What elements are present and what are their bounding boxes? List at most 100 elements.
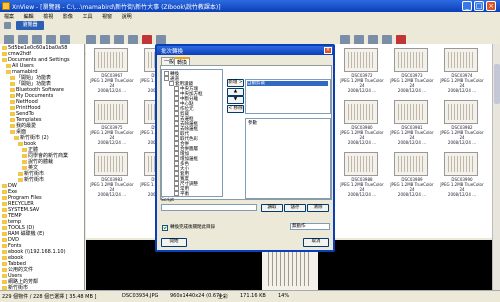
close-after-convert-checkbox[interactable] <box>162 225 168 231</box>
thumbnail[interactable]: DSC03983 JPEG 1.2MB TrueColor 24 2008/12/2… <box>88 152 136 197</box>
move-up-button[interactable]: ▲ <box>227 88 244 96</box>
thumbnail-caption: DSC03990 JPEG 1.2MB TrueColor 24 2008/12/2… <box>438 177 486 197</box>
menu-bar: 檔案 編輯 檢視 影像 工具 視窗 說明 <box>0 12 500 20</box>
menu-image[interactable]: 影像 <box>63 13 73 20</box>
expand-icon[interactable] <box>174 196 179 197</box>
folder-icon <box>10 111 15 116</box>
thumbnail-date: 2008/12/24 ... <box>447 192 477 197</box>
thumbnail-image <box>394 100 428 124</box>
function-item[interactable]: 強化 <box>174 196 189 197</box>
folder-icon <box>2 219 7 224</box>
thumbnail-meta: JPEG 1.2MB TrueColor 24 <box>340 130 384 140</box>
window-title: XnView - [瀏覽器 - C:\...\mamabird\新竹街\新竹大事… <box>12 4 221 11</box>
folder-icon <box>18 171 23 176</box>
script-label: Script <box>161 198 175 203</box>
thumbnail[interactable]: DSC03990 JPEG 1.2MB TrueColor 24 2008/12/2… <box>438 152 486 197</box>
thumbnail-caption: DSC03967 JPEG 1.2MB TrueColor 24 2008/12/2… <box>88 73 136 93</box>
move-down-button[interactable]: ▼ <box>227 96 244 104</box>
start-button[interactable]: 開始 <box>161 238 187 247</box>
folder-icon <box>2 213 7 218</box>
thumbnail[interactable]: DSC03973 JPEG 1.2MB TrueColor 24 2008/12/2… <box>388 48 436 93</box>
folder-icon <box>10 123 15 128</box>
thumbnail-caption: DSC03974 JPEG 1.2MB TrueColor 24 2008/12/2… <box>438 73 486 93</box>
thumbnail[interactable]: DSC03989 JPEG 1.2MB TrueColor 24 2008/12/2… <box>388 152 436 197</box>
minimize-button[interactable]: _ <box>462 1 472 11</box>
thumbnail-image <box>394 48 428 72</box>
save-script-button[interactable]: 儲存 <box>284 204 306 212</box>
thumbnail-date: 2008/12/24 ... <box>447 88 477 93</box>
folder-icon <box>2 237 7 242</box>
maximize-button[interactable]: □ <box>474 1 484 11</box>
thumbnail[interactable]: DSC03981 JPEG 1.2MB TrueColor 24 2008/12/2… <box>388 100 436 145</box>
thumbnail[interactable]: DSC03972 JPEG 1.2MB TrueColor 24 2008/12/2… <box>338 48 386 93</box>
after-action-select[interactable]: 無動作 <box>290 223 330 230</box>
folder-icon <box>2 45 7 50</box>
folder-tree[interactable]: 5d5be1e0c60a1ba0a58 cmw2hdf Documents and … <box>0 44 85 290</box>
thumbnail-meta: JPEG 1.2MB TrueColor 24 <box>390 78 434 88</box>
thumbnail-caption: DSC03972 JPEG 1.2MB TrueColor 24 2008/12/2… <box>338 73 386 93</box>
thumbnail-meta: JPEG 1.2MB TrueColor 24 <box>390 130 434 140</box>
folder-icon <box>10 87 15 92</box>
function-item[interactable]: 平衡 <box>174 191 189 197</box>
folder-icon <box>22 153 27 158</box>
folder-icon <box>2 261 7 266</box>
folder-icon <box>22 165 27 170</box>
folder-icon <box>2 201 7 206</box>
menu-window[interactable]: 視窗 <box>102 13 112 20</box>
selected-transform-item[interactable]: 自動剪裁 <box>247 81 328 86</box>
thumbnail-caption: DSC03973 JPEG 1.2MB TrueColor 24 2008/12/2… <box>388 73 436 93</box>
tab-browser[interactable]: 瀏覽器 <box>16 21 44 30</box>
menu-tools[interactable]: 工具 <box>82 13 92 20</box>
thumbnail[interactable]: DSC03988 JPEG 1.2MB TrueColor 24 2008/12/2… <box>338 152 386 197</box>
menu-edit[interactable]: 編輯 <box>24 13 34 20</box>
thumbnail-caption: DSC03989 JPEG 1.2MB TrueColor 24 2008/12/2… <box>388 177 436 197</box>
thumbnail-date: 2008/12/24 ... <box>347 140 377 145</box>
status-color: 全彩 <box>218 294 229 300</box>
status-file: DSC03934.JPG <box>122 293 159 299</box>
status-filesize: 171.16 KB <box>240 293 266 299</box>
thumbnail-date: 2008/12/24 ... <box>97 192 127 197</box>
function-tree[interactable]: 轉換 通道 套用濾鏡 中央方塊 中央加方框 中斷分離 中心點 作位元 剪裁 去邊框 去除邊框 去除邊框… <box>161 69 223 197</box>
folder-icon <box>22 147 27 152</box>
function-label: 平衡 <box>180 192 189 197</box>
thumbnail-caption: DSC03975 JPEG 1.2MB TrueColor 24 2008/12/2… <box>88 125 136 145</box>
scrollbar-thumb[interactable] <box>494 64 500 104</box>
clear-button[interactable]: 清除 <box>307 204 329 212</box>
thumbnail-scrollbar[interactable] <box>492 44 500 290</box>
folder-icon <box>2 285 7 290</box>
thumbnail[interactable]: DSC03974 JPEG 1.2MB TrueColor 24 2008/12/2… <box>438 48 486 93</box>
folder-icon <box>18 177 23 182</box>
thumbnail-meta: JPEG 1.2MB TrueColor 24 <box>90 78 134 88</box>
thumbnail-meta: JPEG 1.2MB TrueColor 24 <box>440 130 484 140</box>
menu-help[interactable]: 說明 <box>122 13 132 20</box>
script-select[interactable] <box>161 204 257 211</box>
batch-convert-dialog: 批次轉換 × 一般 轉換 轉換 通道 套用濾鏡 中央方塊 中央加方框 中斷分離 中心點 作位元… <box>155 44 335 252</box>
remove-button[interactable]: < 移除 <box>227 105 244 113</box>
script-group: Script 讀取 儲存 清除 <box>161 198 329 218</box>
load-button[interactable]: 讀取 <box>261 204 283 212</box>
folder-icon <box>2 207 7 212</box>
menu-file[interactable]: 檔案 <box>4 13 14 20</box>
dialog-close-button[interactable]: × <box>324 47 332 54</box>
folder-icon <box>10 129 15 134</box>
thumbnail[interactable]: DSC03982 JPEG 1.2MB TrueColor 24 2008/12/2… <box>438 100 486 145</box>
thumbnail-date: 2008/12/24 ... <box>347 88 377 93</box>
selected-transforms-list[interactable]: 自動剪裁 <box>245 79 331 114</box>
tree-item-label: 新竹街市 <box>24 177 45 183</box>
thumbnail-meta: JPEG 1.2MB TrueColor 24 <box>440 78 484 88</box>
preview-image <box>262 246 318 290</box>
thumbnail-caption: DSC03980 JPEG 1.2MB TrueColor 24 2008/12/2… <box>338 125 386 145</box>
tree-item[interactable]: 新竹街市 <box>18 177 44 183</box>
thumbnail[interactable]: DSC03975 JPEG 1.2MB TrueColor 24 2008/12/2… <box>88 100 136 145</box>
thumbnail-date: 2008/12/24 ... <box>97 140 127 145</box>
thumbnail-image <box>344 48 378 72</box>
folder-icon <box>2 189 7 194</box>
folder-icon <box>10 75 15 80</box>
thumbnail[interactable]: DSC03967 JPEG 1.2MB TrueColor 24 2008/12/2… <box>88 48 136 93</box>
close-button[interactable]: × <box>486 1 496 11</box>
menu-view[interactable]: 檢視 <box>43 13 53 20</box>
add-button[interactable]: 新增 > <box>227 79 244 87</box>
home-icon[interactable] <box>4 22 11 29</box>
cancel-button[interactable]: 取消 <box>303 238 329 247</box>
thumbnail[interactable]: DSC03980 JPEG 1.2MB TrueColor 24 2008/12/2… <box>338 100 386 145</box>
